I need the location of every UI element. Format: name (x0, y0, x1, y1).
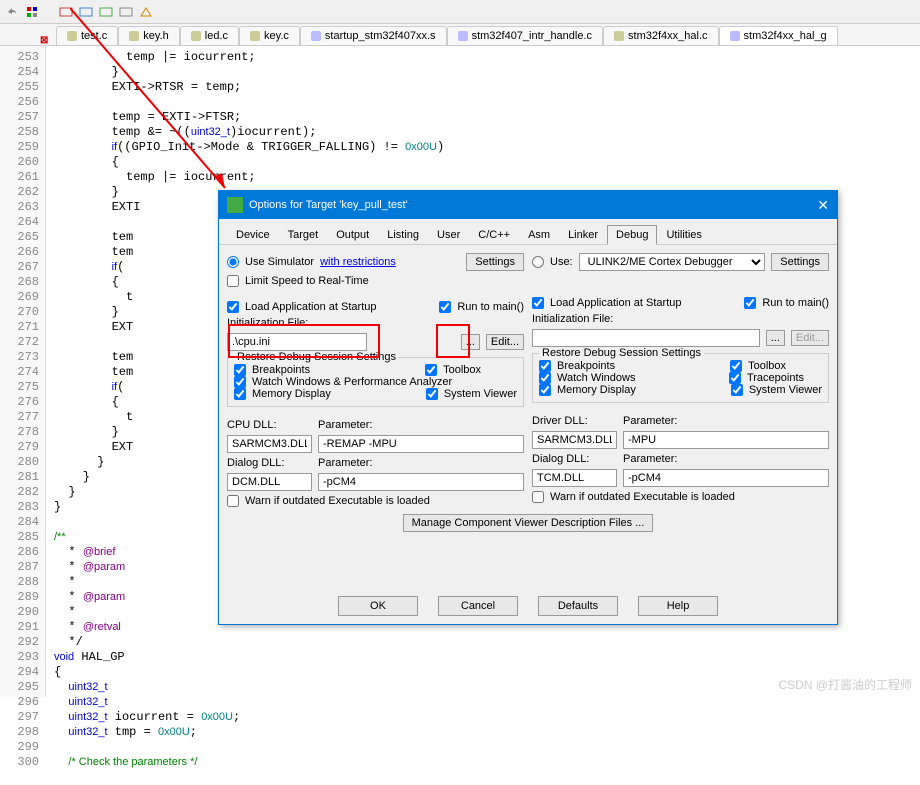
tab-device[interactable]: Device (227, 225, 279, 244)
tab-test[interactable]: test.c (56, 26, 118, 45)
cpu-param-input[interactable] (318, 435, 524, 453)
dlg-dll-right-input[interactable] (532, 469, 617, 487)
cpu-dll-input[interactable] (227, 435, 312, 453)
debugger-select[interactable]: ULINK2/ME Cortex Debugger (579, 253, 766, 271)
dlg-dll-left-input[interactable] (227, 473, 312, 491)
limit-speed-check[interactable] (227, 275, 239, 287)
cancel-button[interactable]: Cancel (438, 596, 518, 616)
tab-target[interactable]: Target (279, 225, 328, 244)
edit-left-button[interactable]: Edit... (486, 334, 524, 350)
drv-dll-label: Driver DLL: (532, 415, 617, 427)
tab-output[interactable]: Output (327, 225, 378, 244)
settings-button-right[interactable]: Settings (771, 253, 829, 271)
use-simulator-label: Use Simulator (245, 256, 314, 268)
tab-user[interactable]: User (428, 225, 469, 244)
browse-right-button[interactable]: ... (766, 330, 785, 346)
dialog-icon (227, 197, 243, 213)
toolbox-right-check[interactable] (730, 360, 742, 372)
settings-button-left[interactable]: Settings (466, 253, 524, 271)
load-startup-left-check[interactable] (227, 301, 239, 313)
line-gutter: 253 254 255 256 257 258 259 260 261 262 … (0, 46, 46, 697)
options-dialog: Options for Target 'key_pull_test' ✕ Dev… (218, 190, 838, 625)
left-panel: Use Simulator with restrictions Settings… (227, 253, 524, 507)
ok-button[interactable]: OK (338, 596, 418, 616)
dialog-buttons: OK Cancel Defaults Help (219, 596, 837, 616)
drv-param-input[interactable] (623, 431, 829, 449)
load-startup-right-check[interactable] (532, 297, 544, 309)
dlg-dll-left-label: Dialog DLL: (227, 457, 312, 469)
manage-button[interactable]: Manage Component Viewer Description File… (403, 514, 654, 532)
toolbox-left-check[interactable] (425, 364, 437, 376)
watermark: CSDN @打酱油的工程师 (778, 676, 912, 693)
restore-right-group: Restore Debug Session Settings Breakpoin… (532, 353, 829, 403)
dialog-titlebar[interactable]: Options for Target 'key_pull_test' ✕ (219, 191, 837, 219)
file-tabs: ⊠ test.c key.h led.c key.c startup_stm32… (0, 24, 920, 46)
browse-left-button[interactable]: ... (461, 334, 480, 350)
init-file-left-input[interactable] (227, 333, 367, 351)
warn-right-check[interactable] (532, 491, 544, 503)
tab-debug[interactable]: Debug (607, 225, 657, 245)
edit-right-button: Edit... (791, 330, 829, 346)
tab-led[interactable]: led.c (180, 26, 239, 45)
mem-right-check[interactable] (539, 384, 551, 396)
close-icon[interactable]: ✕ (817, 197, 829, 214)
tab-cpp[interactable]: C/C++ (469, 225, 519, 244)
close-tab-icon[interactable]: ⊠ (40, 35, 50, 45)
use-simulator-radio[interactable] (227, 256, 239, 268)
sysview-left-check[interactable] (426, 388, 438, 400)
bp-left-check[interactable] (234, 364, 246, 376)
warn-left-check[interactable] (227, 495, 239, 507)
restore-left-group: Restore Debug Session Settings Breakpoin… (227, 357, 524, 407)
init-file-right-label: Initialization File: (532, 313, 829, 325)
run-main-left-check[interactable] (439, 301, 451, 313)
use-label: Use: (550, 256, 573, 268)
tab-linker[interactable]: Linker (559, 225, 607, 244)
limit-speed-label: Limit Speed to Real-Time (245, 275, 369, 287)
box3-icon[interactable] (98, 4, 114, 20)
box2-icon[interactable] (78, 4, 94, 20)
config-icon[interactable] (24, 4, 40, 20)
restrictions-link[interactable]: with restrictions (320, 256, 396, 268)
dialog-tabs: Device Target Output Listing User C/C++ … (219, 219, 837, 245)
drv-dll-input[interactable] (532, 431, 617, 449)
box4-icon[interactable] (118, 4, 134, 20)
load-startup-left-label: Load Application at Startup (245, 301, 376, 313)
run-main-left-label: Run to main() (457, 301, 524, 313)
main-toolbar (0, 0, 920, 24)
init-file-right-input[interactable] (532, 329, 760, 347)
dlg-param-left-input[interactable] (318, 473, 524, 491)
defaults-button[interactable]: Defaults (538, 596, 618, 616)
cpu-dll-label: CPU DLL: (227, 419, 312, 431)
tab-hal-g[interactable]: stm32f4xx_hal_g (719, 26, 838, 45)
right-panel: Use: ULINK2/ME Cortex Debugger Settings … (532, 253, 829, 507)
mem-left-check[interactable] (234, 388, 246, 400)
dlg-param-right-input[interactable] (623, 469, 829, 487)
tab-key-c[interactable]: key.c (239, 26, 300, 45)
dialog-title-text: Options for Target 'key_pull_test' (249, 199, 408, 211)
box5-icon[interactable] (138, 4, 154, 20)
box1-icon[interactable] (58, 4, 74, 20)
tab-utilities[interactable]: Utilities (657, 225, 710, 244)
run-main-right-check[interactable] (744, 297, 756, 309)
tab-asm[interactable]: Asm (519, 225, 559, 244)
tab-hal[interactable]: stm32f4xx_hal.c (603, 26, 718, 45)
tab-key-h[interactable]: key.h (118, 26, 179, 45)
undo-icon[interactable] (4, 4, 20, 20)
tab-startup[interactable]: startup_stm32f407xx.s (300, 26, 447, 45)
bp-right-check[interactable] (539, 360, 551, 372)
watch-perf-check[interactable] (234, 376, 246, 388)
tab-intr[interactable]: stm32f407_intr_handle.c (447, 26, 603, 45)
use-hw-radio[interactable] (532, 256, 544, 268)
sysview-right-check[interactable] (731, 384, 743, 396)
watch-right-check[interactable] (539, 372, 551, 384)
tab-listing[interactable]: Listing (378, 225, 428, 244)
help-button[interactable]: Help (638, 596, 718, 616)
init-file-left-label: Initialization File: (227, 317, 524, 329)
trace-check[interactable] (729, 372, 741, 384)
restore-left-title: Restore Debug Session Settings (234, 351, 399, 363)
